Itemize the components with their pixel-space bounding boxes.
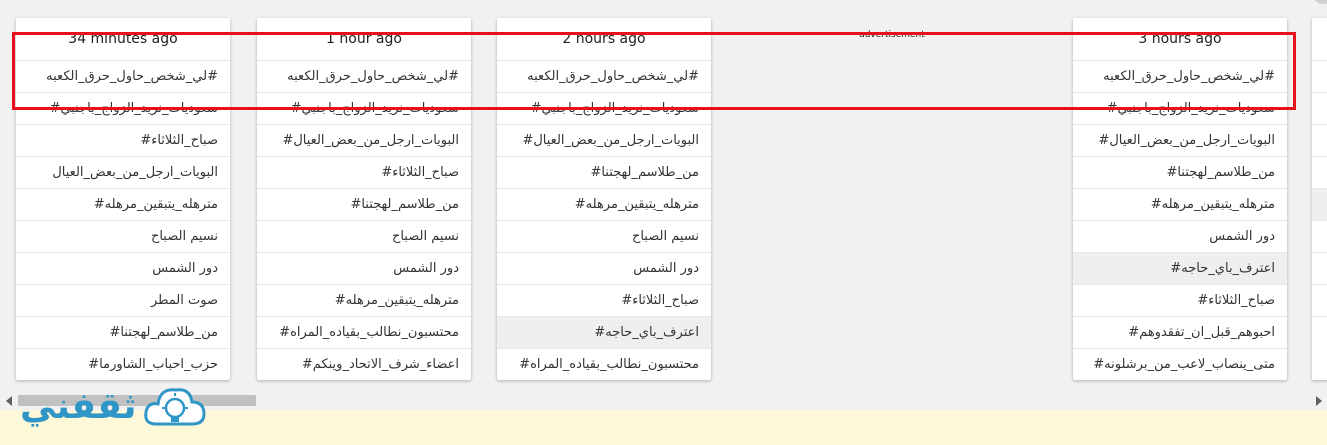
trend-item[interactable]: متى_ينصاب_لاعب_من_برشلونه# (1073, 349, 1287, 380)
trend-item[interactable]: دور الشمس (257, 253, 471, 285)
trend-item[interactable]: صباح_الثلاثاء# (16, 125, 230, 157)
trend-item[interactable]: اعترف_باي_حاجه# (497, 317, 711, 349)
site-logo[interactable]: ثقفني (20, 378, 220, 445)
trend-item[interactable]: نسيم الصباح (497, 221, 711, 253)
card-time-heading: 34 minutes ago (16, 18, 230, 61)
card-time-heading: 1 hour ago (257, 18, 471, 61)
trend-item[interactable]: حزب_احباب_الشاورما# (16, 349, 230, 380)
advertisement-label: advertisement (859, 30, 925, 40)
card-time-heading: 3 hours ago (1073, 18, 1287, 61)
trend-item[interactable]: صوت المطر (16, 285, 230, 317)
trend-item[interactable]: من_طلاسم_لهجتنا# (257, 189, 471, 221)
trend-item[interactable]: صباح_الثلاثاء# (497, 285, 711, 317)
trend-item[interactable]: من_طلاسم_لهجتنا# (1073, 157, 1287, 189)
trend-item[interactable]: صباح_الثلاثاء# (257, 157, 471, 189)
trend-item[interactable]: #لي_شخص_حاول_حرق_الكعبه (16, 61, 230, 93)
trend-list: #لي_شخص_حاول_حرق_الكعبه سعوديات_نريد_الزو… (257, 61, 471, 380)
trend-card: 1 hour ago #لي_شخص_حاول_حرق_الكعبه سعوديا… (257, 18, 471, 380)
trend-card: 3 hours ago #لي_شخص_حاول_حرق_الكعبه سعودي… (1073, 18, 1287, 380)
trend-item[interactable]: مترهله_يتبقين_مرهله# (497, 189, 711, 221)
trend-item[interactable]: نسيم الصباح (257, 221, 471, 253)
corner-knob (1315, 0, 1327, 4)
trend-item[interactable]: اعضاء_شرف_الاتحاد_وينكم# (257, 349, 471, 380)
trend-item[interactable]: من_طلاسم_لهجتنا# (497, 157, 711, 189)
trend-item[interactable]: البويات_ارجل_من_بعض_العيال# (1073, 125, 1287, 157)
trend-item[interactable]: اعترف_باي_حاجه# (1073, 253, 1287, 285)
trend-item[interactable]: #لي_شخص_حاول_حرق_الكعبه (497, 61, 711, 93)
trend-item[interactable]: البويات_ارجل_من_بعض_العيال# (257, 125, 471, 157)
trend-item[interactable]: مترهله_يتبقين_مرهله# (1073, 189, 1287, 221)
trend-item[interactable]: احبوهم_قبل_ان_تفقدوهم# (1073, 317, 1287, 349)
trend-item[interactable]: مترهله_يتبقين_مرهله# (16, 189, 230, 221)
trend-item[interactable]: #لي_شخص_حاول_حرق_الكعبه (1073, 61, 1287, 93)
arrow-left-icon[interactable] (6, 396, 12, 406)
trend-item[interactable]: محتسبون_نطالب_بقياده_المراه# (257, 317, 471, 349)
logo-text: ثقفني (20, 386, 137, 427)
trend-item[interactable]: صباح_الثلاثاء# (1073, 285, 1287, 317)
top-strip (0, 0, 1327, 18)
trend-item[interactable]: دور الشمس (16, 253, 230, 285)
trend-item[interactable]: محتسبون_نطالب_بقياده_المراه# (497, 349, 711, 380)
trend-card: 34 minutes ago #لي_شخص_حاول_حرق_الكعبه سع… (16, 18, 230, 380)
trend-item[interactable]: سعوديات_نريد_الزواج_باجنبي# (1073, 93, 1287, 125)
trend-item[interactable]: مترهله_يتبقين_مرهله# (257, 285, 471, 317)
trend-item[interactable]: من_طلاسم_لهجتنا# (16, 317, 230, 349)
trend-list: #لي_شخص_حاول_حرق_الكعبه سعوديات_نريد_الزو… (16, 61, 230, 380)
trend-card: 2 hours ago #لي_شخص_حاول_حرق_الكعبه سعودي… (497, 18, 711, 380)
card-time-heading: 2 hours ago (497, 18, 711, 61)
next-card-edge (1312, 18, 1327, 380)
trends-timeline: 34 minutes ago #لي_شخص_حاول_حرق_الكعبه سع… (0, 18, 1327, 392)
trend-item[interactable]: سعوديات_نريد_الزواج_باجنبي# (257, 93, 471, 125)
trend-item[interactable]: دور الشمس (497, 253, 711, 285)
trend-list: #لي_شخص_حاول_حرق_الكعبه سعوديات_نريد_الزو… (497, 61, 711, 380)
trend-item[interactable]: دور الشمس (1073, 221, 1287, 253)
trend-item[interactable]: #لي_شخص_حاول_حرق_الكعبه (257, 61, 471, 93)
lightbulb-cloud-icon (144, 388, 206, 426)
trend-item[interactable]: البويات_ارجل_من_بعض_العيال (16, 157, 230, 189)
trend-item[interactable]: البويات_ارجل_من_بعض_العيال# (497, 125, 711, 157)
trend-list: #لي_شخص_حاول_حرق_الكعبه سعوديات_نريد_الزو… (1073, 61, 1287, 380)
arrow-right-icon[interactable] (1316, 396, 1322, 406)
trend-item[interactable]: سعوديات_نريد_الزواج_باجنبي# (16, 93, 230, 125)
trend-item[interactable]: سعوديات_نريد_الزواج_باجنبي# (497, 93, 711, 125)
trend-item[interactable]: نسيم الصباح (16, 221, 230, 253)
